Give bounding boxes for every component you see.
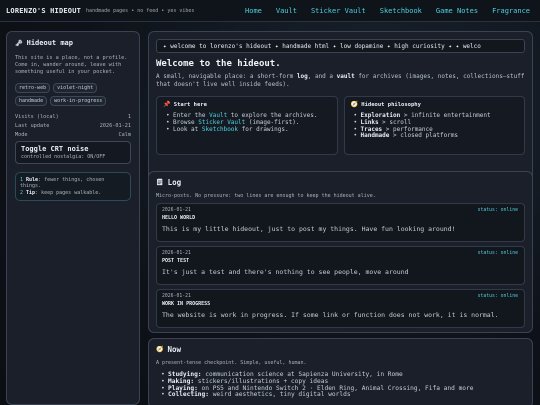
philosophy-title-text: Hideout philosophy: [361, 102, 421, 108]
sidebar-title-text: Hideout map: [26, 39, 73, 47]
status-badge: status: online: [477, 294, 518, 299]
crt-toggle-button[interactable]: Toggle CRT noise controlled nostalgia: O…: [15, 140, 131, 164]
pin-icon: 📌: [163, 101, 171, 108]
nav-sticker-vault[interactable]: Sticker Vault: [304, 7, 373, 15]
intro-part: A small, navigable place: a short-form: [156, 73, 297, 80]
now-title-text: Now: [167, 345, 182, 354]
now-panel: 🧭 Now A present-tense checkpoint. Simple…: [148, 338, 533, 405]
welcome-panel: ✦ welcome to lorenzo's hideout ✦ handmad…: [148, 31, 533, 194]
tag-violet-night[interactable]: violet-night: [53, 82, 98, 93]
sidebar-description: This site is a place, not a profile. Com…: [15, 55, 128, 76]
stat-mode-value: Calm: [118, 131, 132, 138]
top-bar: LORENZO'S HIDEOUT handmade pages • no fe…: [0, 0, 540, 22]
rules-box: 1 Rule: fewer things, chosen things. 2 T…: [15, 171, 131, 202]
log-entry-body: The website is work in progress. If some…: [162, 311, 499, 319]
nav-home[interactable]: Home: [238, 7, 269, 15]
intro-vault: vault: [336, 73, 355, 80]
tip-line: 2 Tip: keep pages walkable.: [20, 190, 126, 197]
stat-visits-label: Visits (local): [15, 113, 59, 120]
crt-toggle-subtitle: controlled nostalgia: ON/OFF: [21, 153, 106, 160]
item-text: for drawings.: [238, 125, 289, 133]
tip-number: 2: [20, 189, 24, 196]
stat-last-update: Last update 2026-01-21: [15, 123, 131, 129]
rule-number: 1: [20, 176, 24, 183]
log-panel: 🗒 Log Micro-posts. No pressure: two line…: [148, 171, 533, 333]
stat-last-update-value: 2026-01-21: [99, 122, 131, 129]
philosophy-list: Exploration > infinite entertainment Lin…: [351, 112, 519, 140]
intro-text: A small, navigable place: a short-form l…: [156, 73, 525, 89]
list-item: Look at Sketchbook for drawings.: [166, 125, 331, 134]
sidebar-title: 🗝 Hideout map: [15, 39, 131, 47]
nav-fragrance[interactable]: Fragrance: [485, 7, 534, 15]
intro-log: log: [296, 73, 308, 80]
log-subtitle: Micro-posts. No pressure: two lines are …: [156, 193, 376, 199]
tag-handmade[interactable]: handmade: [15, 95, 48, 106]
marquee-ticker: ✦ welcome to lorenzo's hideout ✦ handmad…: [156, 39, 525, 53]
tag-retro-web[interactable]: retro-web: [15, 82, 51, 93]
start-here-title: 📌 Start here: [163, 101, 331, 108]
log-entry[interactable]: 2026-01-21 status: online POST TEST It's…: [156, 246, 525, 285]
log-entry-body: It's just a test and there's nothing to …: [162, 268, 409, 276]
page-title: Welcome to the hideout.: [156, 59, 281, 69]
rule-key: Rule: [26, 176, 39, 183]
log-title: 🗒 Log: [156, 178, 525, 187]
nav-vault[interactable]: Vault: [269, 7, 304, 15]
tag-work-in-progress[interactable]: work-in-progress: [50, 95, 107, 106]
log-title-text: Log: [167, 178, 182, 187]
status-badge: status: online: [477, 208, 518, 213]
log-date: 2026-01-21: [162, 294, 191, 299]
start-here-title-text: Start here: [173, 102, 207, 108]
list-item: Collecting: weird aesthetics, tiny digit…: [161, 391, 525, 399]
list-item: Handmade > closed platforms: [354, 132, 519, 140]
site-tagline: handmade pages • no feed • yes vibes: [86, 7, 195, 14]
item-key: Collecting:: [168, 391, 209, 399]
tip-key: Tip: [26, 189, 36, 196]
log-date: 2026-01-21: [162, 251, 191, 256]
log-entry-title: HELLO WORLD: [162, 215, 196, 221]
site-brand[interactable]: LORENZO'S HIDEOUT: [6, 7, 81, 15]
rule-line: 1 Rule: fewer things, chosen things.: [20, 177, 126, 190]
compass-icon: 🧭: [156, 346, 164, 353]
log-entry-body: This is my little hideout, just to post …: [162, 225, 456, 233]
item-text: Look at: [173, 125, 202, 133]
item-key: Handmade: [360, 132, 390, 140]
item-text: weird aesthetics, tiny digital worlds: [208, 391, 351, 399]
log-entry-title: POST TEST: [162, 258, 190, 264]
stat-mode-label: Mode: [15, 131, 28, 138]
status-badge: status: online: [477, 251, 518, 256]
start-here-list: Enter the Vault to explore the archives.…: [163, 112, 331, 134]
nav-sketchbook[interactable]: Sketchbook: [373, 7, 429, 15]
stat-mode: Mode Calm: [15, 132, 131, 138]
crt-toggle-title: Toggle CRT noise: [21, 144, 89, 153]
stat-last-update-label: Last update: [15, 122, 50, 129]
stat-visits-value: 1: [127, 113, 131, 120]
now-list: Studying: communication science at Sapie…: [156, 371, 525, 399]
site-stats: Visits (local) 1 Last update 2026-01-21 …: [15, 114, 131, 138]
philosophy-title: 🧭 Hideout philosophy: [351, 101, 519, 108]
log-date: 2026-01-21: [162, 208, 191, 213]
notebook-icon: 🗒: [156, 179, 164, 186]
log-entry[interactable]: 2026-01-21 status: online HELLO WORLD Th…: [156, 203, 525, 242]
now-subtitle: A present-tense checkpoint. Simple, usef…: [156, 360, 307, 366]
item-text: > infinite entertainment: [400, 112, 491, 119]
nav-game-notes[interactable]: Game Notes: [429, 7, 485, 15]
log-entry-title: WORK IN PROGRESS: [162, 301, 211, 307]
stat-visits: Visits (local) 1: [15, 114, 131, 120]
log-entry[interactable]: 2026-01-21 status: online WORK IN PROGRE…: [156, 289, 525, 328]
link-sketchbook[interactable]: Sketchbook: [202, 126, 238, 133]
main-nav: Home Vault Sticker Vault Sketchbook Game…: [238, 7, 534, 15]
tag-list: retro-web violet-night handmade work-in-…: [15, 82, 131, 106]
intro-cards: 📌 Start here Enter the Vault to explore …: [156, 96, 525, 155]
compass-icon: 🧭: [350, 101, 358, 108]
tip-text: : keep pages walkable.: [35, 189, 102, 196]
sidebar: 🗝 Hideout map This site is a place, not …: [6, 31, 140, 405]
item-text: > closed platforms: [389, 132, 459, 140]
key-icon: 🗝: [15, 39, 23, 47]
intro-part: , and a: [307, 73, 337, 80]
start-here-card: 📌 Start here Enter the Vault to explore …: [156, 96, 338, 155]
philosophy-card: 🧭 Hideout philosophy Exploration > infin…: [343, 96, 525, 155]
now-title: 🧭 Now: [156, 345, 525, 354]
